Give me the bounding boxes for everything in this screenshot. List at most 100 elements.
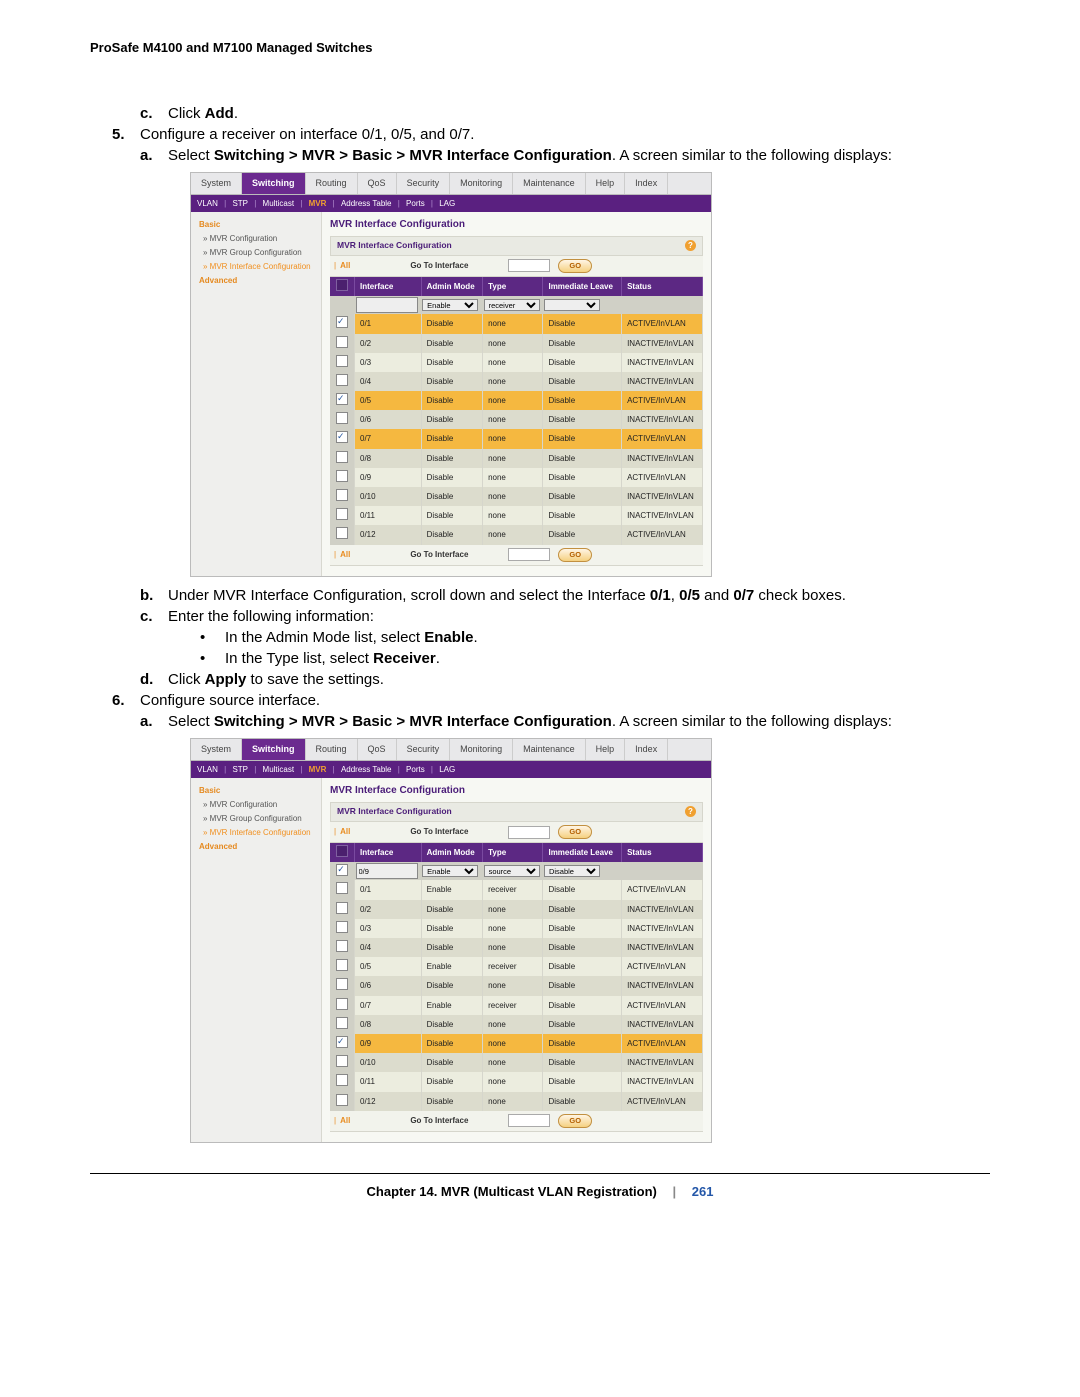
- row-checkbox[interactable]: [336, 412, 348, 424]
- row-checkbox[interactable]: [336, 998, 348, 1010]
- row-checkbox[interactable]: [336, 921, 348, 933]
- sub-tab[interactable]: Ports: [406, 199, 425, 208]
- row-checkbox[interactable]: [336, 508, 348, 520]
- row-checkbox[interactable]: [336, 1094, 348, 1106]
- row-checkbox[interactable]: [336, 882, 348, 894]
- interface-table: Interface Admin Mode Type Immediate Leav…: [330, 277, 703, 544]
- top-tab[interactable]: QoS: [358, 173, 397, 194]
- all-link-bottom[interactable]: All: [340, 549, 350, 560]
- top-tab[interactable]: Security: [397, 739, 451, 760]
- top-tab[interactable]: Maintenance: [513, 739, 586, 760]
- top-tab[interactable]: Security: [397, 173, 451, 194]
- sub-tab[interactable]: STP: [232, 199, 248, 208]
- top-tab[interactable]: Help: [586, 173, 626, 194]
- row-checkbox[interactable]: [336, 316, 348, 328]
- col-admin-mode: Admin Mode: [421, 277, 482, 296]
- row-checkbox[interactable]: [336, 978, 348, 990]
- all-link[interactable]: All: [340, 260, 350, 271]
- sub-tab[interactable]: LAG: [439, 765, 455, 774]
- top-tab[interactable]: Index: [625, 739, 668, 760]
- go-button-bottom[interactable]: GO: [558, 1114, 592, 1129]
- row-checkbox[interactable]: [336, 336, 348, 348]
- all-link-bottom[interactable]: All: [340, 1115, 350, 1126]
- sub-tab[interactable]: VLAN: [197, 765, 218, 774]
- top-tab[interactable]: Help: [586, 739, 626, 760]
- select-type[interactable]: source: [484, 865, 540, 877]
- row-checkbox[interactable]: [336, 355, 348, 367]
- row-checkbox[interactable]: [336, 1074, 348, 1086]
- top-tab[interactable]: Monitoring: [450, 173, 513, 194]
- top-tab[interactable]: Routing: [306, 173, 358, 194]
- table-row: 0/11DisablenoneDisableINACTIVE/InVLAN: [330, 506, 703, 525]
- sidebar-mvr-group-config[interactable]: » MVR Group Configuration: [203, 812, 317, 826]
- sub-tab[interactable]: VLAN: [197, 199, 218, 208]
- sub-tab[interactable]: Address Table: [341, 765, 392, 774]
- go-button[interactable]: GO: [558, 825, 592, 840]
- select-admin-mode[interactable]: Enable: [422, 299, 478, 311]
- help-icon[interactable]: ?: [685, 240, 696, 251]
- top-tab[interactable]: Maintenance: [513, 173, 586, 194]
- input-interface[interactable]: [356, 297, 418, 313]
- help-icon[interactable]: ?: [685, 806, 696, 817]
- select-immediate-leave[interactable]: Disable: [544, 865, 600, 877]
- sub-tab[interactable]: Multicast: [263, 199, 295, 208]
- top-tab[interactable]: Index: [625, 173, 668, 194]
- row-checkbox[interactable]: [336, 1036, 348, 1048]
- goto-input-bottom[interactable]: [508, 1114, 550, 1127]
- sidebar-mvr-config[interactable]: » MVR Configuration: [203, 232, 317, 246]
- top-tab[interactable]: Switching: [242, 739, 306, 760]
- row-checkbox[interactable]: [336, 959, 348, 971]
- top-tabs: SystemSwitchingRoutingQoSSecurityMonitor…: [191, 173, 711, 195]
- sub-tab[interactable]: Address Table: [341, 199, 392, 208]
- top-tab[interactable]: Routing: [306, 739, 358, 760]
- row-checkbox[interactable]: [336, 864, 348, 876]
- sidebar-mvr-group-config[interactable]: » MVR Group Configuration: [203, 246, 317, 260]
- select-immediate-leave[interactable]: [544, 299, 600, 311]
- sidebar-head-advanced[interactable]: Advanced: [199, 274, 317, 288]
- sub-tab[interactable]: LAG: [439, 199, 455, 208]
- goto-input[interactable]: [508, 826, 550, 839]
- top-tab[interactable]: System: [191, 173, 242, 194]
- row-checkbox[interactable]: [336, 393, 348, 405]
- filter-top: | All Go To Interface GO: [330, 256, 703, 278]
- select-all-checkbox[interactable]: [330, 843, 355, 862]
- sub-tab[interactable]: Multicast: [263, 765, 295, 774]
- top-tab[interactable]: Switching: [242, 173, 306, 194]
- goto-input-bottom[interactable]: [508, 548, 550, 561]
- sidebar-head-advanced[interactable]: Advanced: [199, 840, 317, 854]
- row-checkbox[interactable]: [336, 1055, 348, 1067]
- select-admin-mode[interactable]: Enable: [422, 865, 478, 877]
- row-checkbox[interactable]: [336, 431, 348, 443]
- sub-tabs: VLAN | STP | Multicast | MVR | Address T…: [191, 195, 711, 212]
- sub-tab[interactable]: Ports: [406, 765, 425, 774]
- sub-tab[interactable]: MVR: [309, 199, 327, 208]
- go-button[interactable]: GO: [558, 259, 592, 274]
- row-checkbox[interactable]: [336, 470, 348, 482]
- row-checkbox[interactable]: [336, 527, 348, 539]
- top-tab[interactable]: QoS: [358, 739, 397, 760]
- goto-input[interactable]: [508, 259, 550, 272]
- col-immediate-leave: Immediate Leave: [543, 843, 622, 862]
- sub-tab[interactable]: STP: [232, 765, 248, 774]
- row-checkbox[interactable]: [336, 489, 348, 501]
- content-area: MVR Interface Configuration MVR Interfac…: [322, 778, 711, 1142]
- row-checkbox[interactable]: [336, 374, 348, 386]
- input-interface[interactable]: [356, 863, 418, 879]
- sidebar-mvr-interface-config[interactable]: » MVR Interface Configuration: [203, 260, 317, 274]
- sidebar-mvr-interface-config[interactable]: » MVR Interface Configuration: [203, 826, 317, 840]
- top-tab[interactable]: Monitoring: [450, 739, 513, 760]
- go-button-bottom[interactable]: GO: [558, 548, 592, 563]
- all-link[interactable]: All: [340, 826, 350, 837]
- content-area: MVR Interface Configuration MVR Interfac…: [322, 212, 711, 576]
- sidebar-mvr-config[interactable]: » MVR Configuration: [203, 798, 317, 812]
- row-checkbox[interactable]: [336, 940, 348, 952]
- row-checkbox[interactable]: [336, 451, 348, 463]
- sub-tab[interactable]: MVR: [309, 765, 327, 774]
- row-checkbox[interactable]: [336, 902, 348, 914]
- select-all-checkbox[interactable]: [330, 277, 355, 296]
- sidebar-head-basic[interactable]: Basic: [199, 784, 317, 798]
- sidebar-head-basic[interactable]: Basic: [199, 218, 317, 232]
- top-tab[interactable]: System: [191, 739, 242, 760]
- row-checkbox[interactable]: [336, 1017, 348, 1029]
- select-type[interactable]: receiver: [484, 299, 540, 311]
